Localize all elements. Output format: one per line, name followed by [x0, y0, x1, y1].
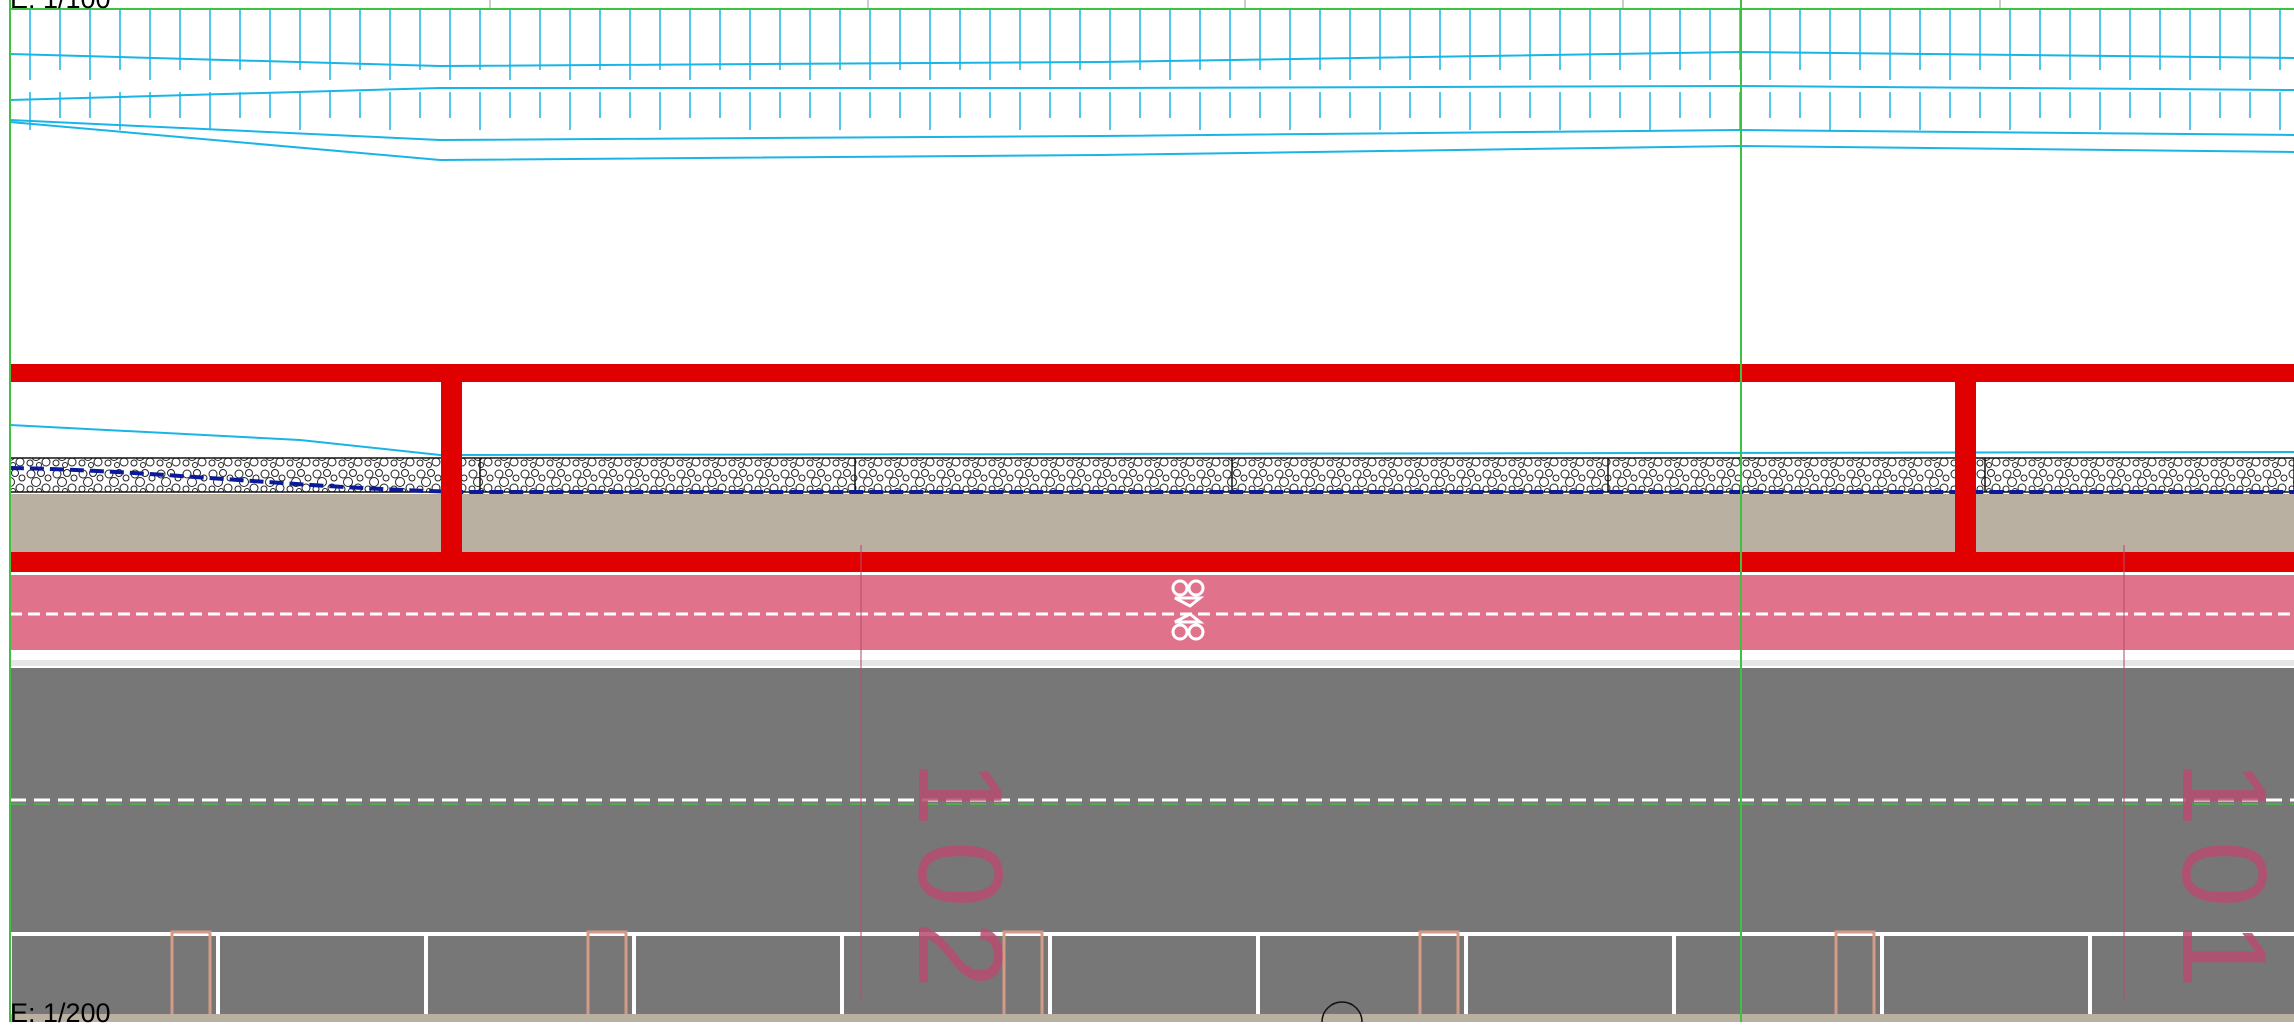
- station-label-102: 102: [893, 760, 1027, 1003]
- profile-line-3: [9, 119, 2294, 142]
- profile-ticks: [29, 10, 2281, 130]
- station-label-101: 101: [2157, 760, 2291, 1003]
- lane-separator-gap: [10, 660, 2294, 666]
- cad-drawing: [8, 0, 2294, 1022]
- subbase-layer: [10, 494, 2294, 552]
- longitudinal-profile: [9, 8, 2294, 162]
- red-frame-bottom-beam: [10, 552, 2294, 572]
- profile-line-4: [9, 121, 2294, 162]
- top-ruler-ticks: [489, 0, 2001, 8]
- red-frame-top-beam: [10, 364, 2294, 382]
- section-cyan-line: [9, 424, 2294, 457]
- profile-line-1: [9, 50, 2294, 68]
- road-surface: [10, 668, 2294, 1014]
- bottom-strip: [10, 1014, 2294, 1022]
- red-frame-post-left: [441, 382, 462, 552]
- bike-lane: [10, 574, 2294, 650]
- red-frame-post-right: [1955, 364, 1976, 552]
- profile-line-2: [9, 84, 2294, 101]
- scale-bottom-label: E: 1/200: [10, 998, 111, 1028]
- scale-top-label: E: 1/100: [10, 0, 111, 13]
